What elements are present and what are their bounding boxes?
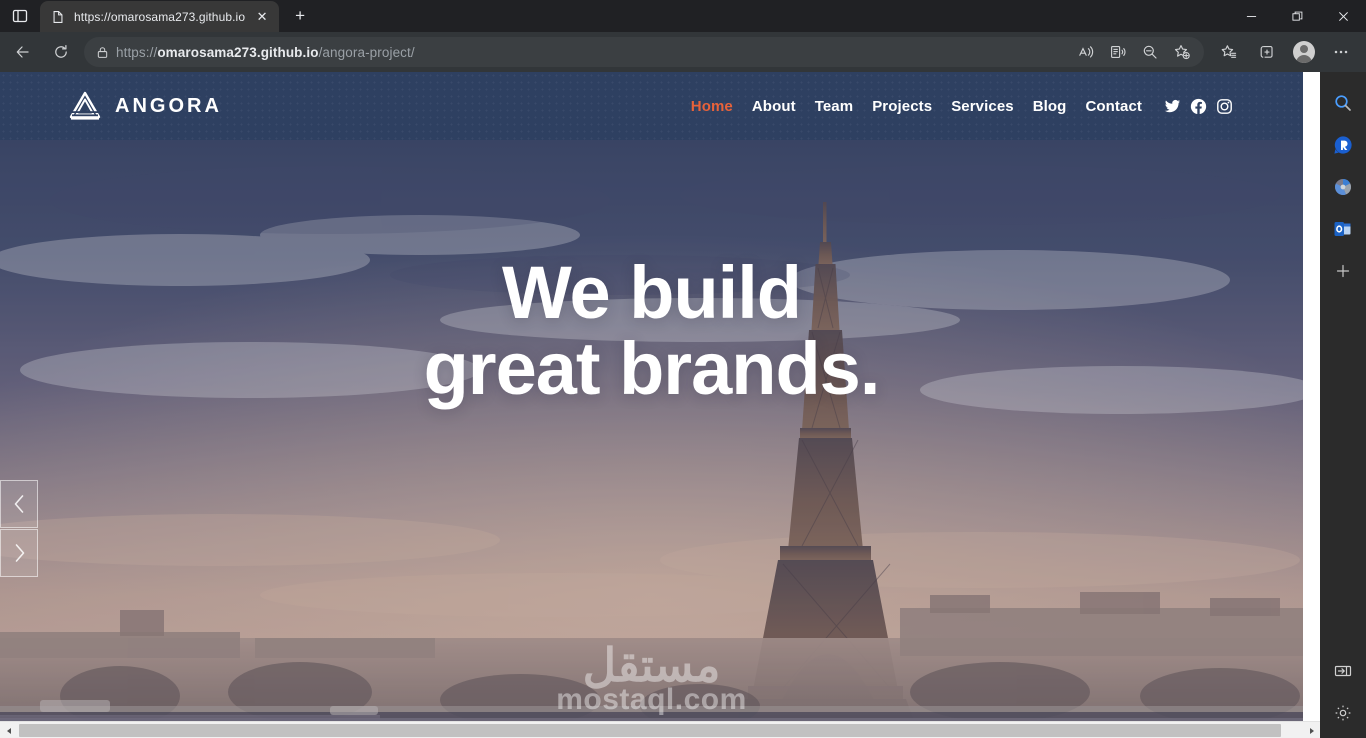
- sidebar-bottom-actions: [1320, 654, 1366, 730]
- hero-heading-line2: great brands.: [423, 327, 881, 411]
- site-information-lock-icon[interactable]: [88, 38, 116, 66]
- web-page: ANGORA Home About Team Projects Services…: [0, 72, 1303, 723]
- browser-titlebar: https://omarosama273.github.io ✕ +: [0, 0, 1366, 32]
- url-path: /angora-project/: [318, 44, 415, 60]
- site-logo-text: ANGORA: [115, 94, 222, 117]
- toolbar-right-actions: [1210, 37, 1362, 67]
- window-controls: [1228, 0, 1366, 32]
- office-icon[interactable]: [1326, 170, 1360, 204]
- twitter-icon[interactable]: [1163, 97, 1181, 115]
- instagram-icon[interactable]: [1215, 97, 1233, 115]
- nav-link-contact[interactable]: Contact: [1085, 98, 1142, 115]
- horizontal-scrollbar[interactable]: [0, 721, 1320, 738]
- triangle-stripes-icon: [68, 91, 102, 121]
- carousel-next-button[interactable]: [0, 529, 38, 577]
- social-links: [1163, 97, 1233, 115]
- avatar: [1293, 41, 1315, 63]
- add-sidebar-app-icon[interactable]: [1326, 254, 1360, 288]
- scroll-right-arrow-icon[interactable]: [1303, 722, 1320, 738]
- nav-link-projects[interactable]: Projects: [872, 98, 932, 115]
- collections-icon[interactable]: [1250, 37, 1284, 67]
- nav-link-services[interactable]: Services: [951, 98, 1014, 115]
- copilot-icon[interactable]: [1326, 128, 1360, 162]
- restore-icon[interactable]: [1274, 0, 1320, 32]
- edge-sidebar: [1320, 72, 1366, 738]
- hero-heading: We build great brands.: [0, 251, 1303, 411]
- refresh-icon[interactable]: [44, 37, 78, 67]
- page-icon: [50, 9, 66, 25]
- horizontal-scrollbar-thumb[interactable]: [19, 724, 1281, 737]
- browser-window: https://omarosama273.github.io ✕ + https…: [0, 0, 1366, 738]
- zoom-out-icon[interactable]: [1135, 37, 1165, 67]
- nav-link-about[interactable]: About: [752, 98, 796, 115]
- add-favorite-icon[interactable]: [1167, 37, 1197, 67]
- url-host: omarosama273.github.io: [157, 44, 319, 60]
- site-nav: Home About Team Projects Services Blog C…: [691, 97, 1233, 115]
- collapse-sidebar-icon[interactable]: [1326, 654, 1360, 688]
- site-header: ANGORA Home About Team Projects Services…: [0, 72, 1303, 140]
- site-logo[interactable]: ANGORA: [68, 91, 222, 121]
- hero-heading-line1: We build: [502, 251, 802, 334]
- close-icon[interactable]: ✕: [253, 8, 271, 26]
- nav-link-blog[interactable]: Blog: [1033, 98, 1067, 115]
- hero-slider: We build great brands. مستقل mostaql.com: [0, 140, 1303, 723]
- page-viewport: ANGORA Home About Team Projects Services…: [0, 72, 1320, 738]
- omnibox-actions: [1070, 37, 1198, 67]
- immersive-reader-icon[interactable]: [1103, 37, 1133, 67]
- address-bar[interactable]: https://omarosama273.github.io/angora-pr…: [84, 37, 1204, 67]
- browser-toolbar: https://omarosama273.github.io/angora-pr…: [0, 32, 1366, 72]
- back-icon[interactable]: [6, 37, 40, 67]
- search-icon[interactable]: [1326, 86, 1360, 120]
- sidebar-settings-gear-icon[interactable]: [1326, 696, 1360, 730]
- outlook-icon[interactable]: [1326, 212, 1360, 246]
- favorites-icon[interactable]: [1212, 37, 1246, 67]
- close-window-icon[interactable]: [1320, 0, 1366, 32]
- settings-and-more-icon[interactable]: [1324, 37, 1358, 67]
- browser-tab[interactable]: https://omarosama273.github.io ✕: [40, 1, 280, 32]
- tab-actions-icon[interactable]: [0, 0, 40, 32]
- url-scheme: https://: [116, 44, 158, 60]
- new-tab-button[interactable]: +: [285, 1, 315, 31]
- url-text[interactable]: https://omarosama273.github.io/angora-pr…: [116, 45, 1070, 60]
- minimize-icon[interactable]: [1228, 0, 1274, 32]
- nav-link-team[interactable]: Team: [815, 98, 853, 115]
- tab-title: https://omarosama273.github.io: [74, 9, 246, 24]
- profile-avatar[interactable]: [1289, 37, 1319, 67]
- read-aloud-icon[interactable]: [1071, 37, 1101, 67]
- nav-link-home[interactable]: Home: [691, 98, 733, 115]
- facebook-icon[interactable]: [1189, 97, 1207, 115]
- hero-overlay: [0, 140, 1303, 723]
- carousel-prev-button[interactable]: [0, 480, 38, 528]
- scroll-left-arrow-icon[interactable]: [0, 722, 17, 738]
